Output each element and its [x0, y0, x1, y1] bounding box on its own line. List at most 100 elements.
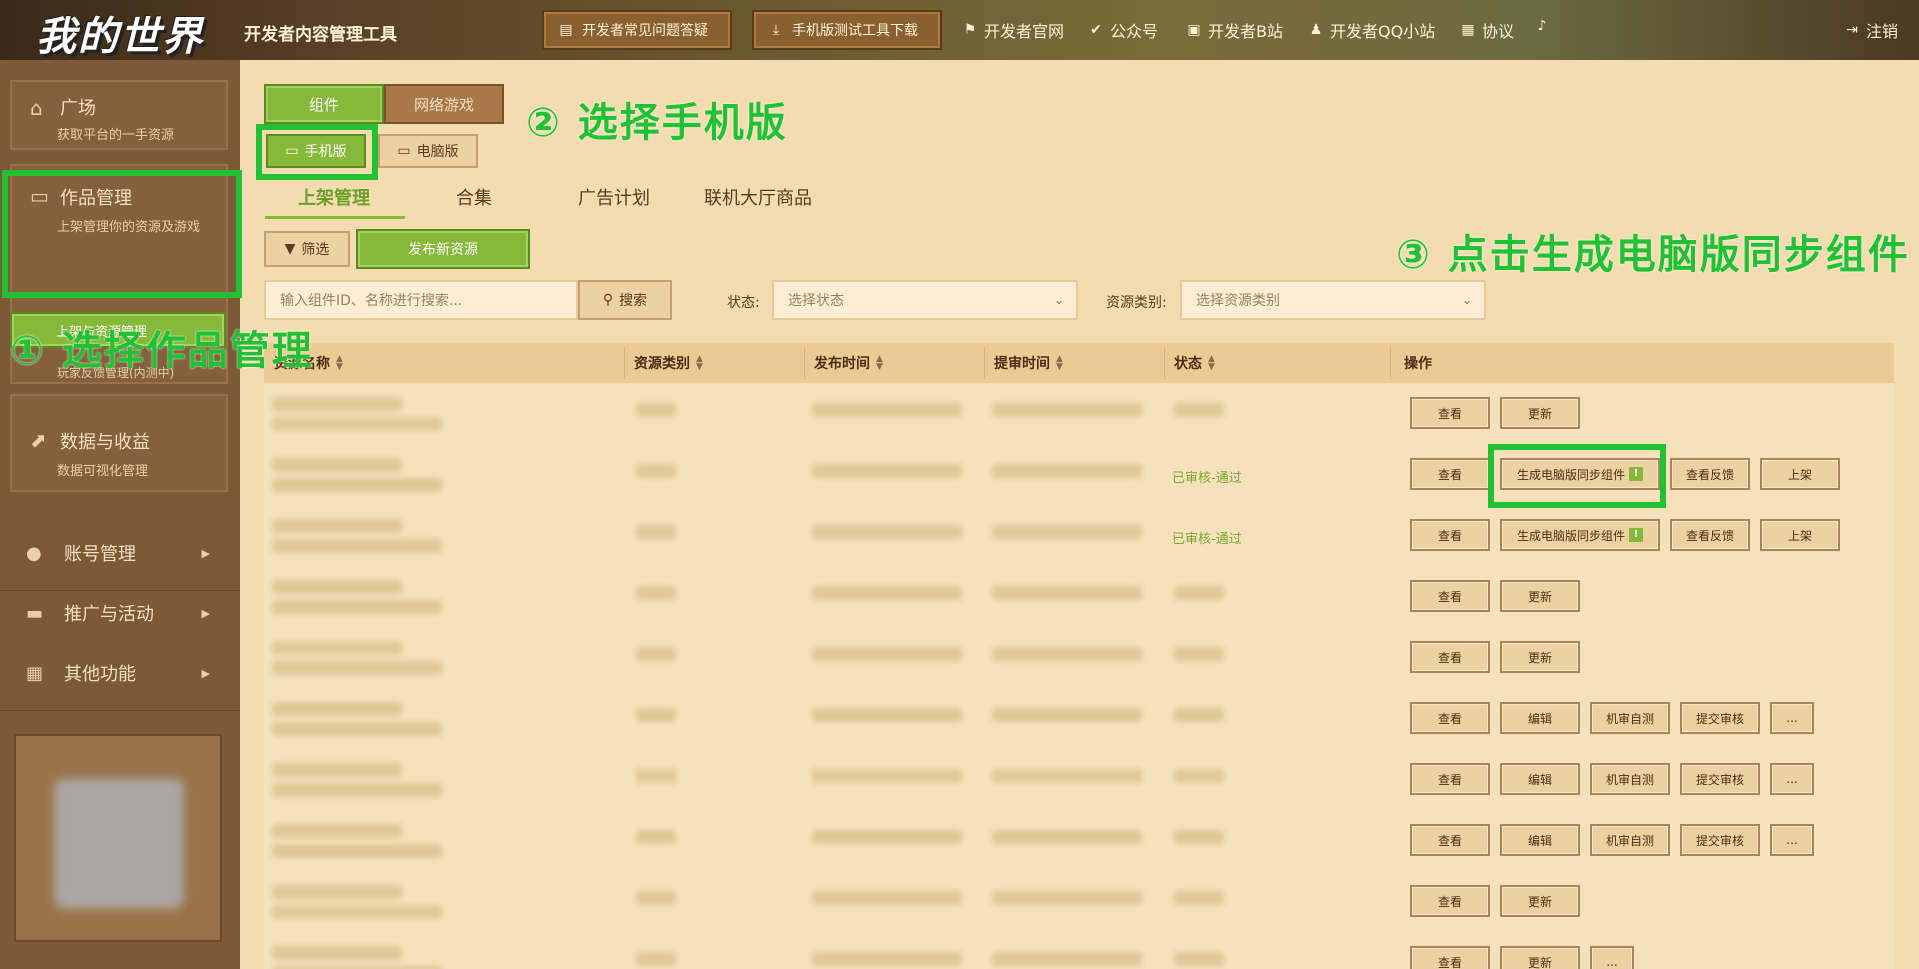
- view-button[interactable]: 查看: [1410, 946, 1490, 969]
- blurred-cell: [992, 952, 1142, 966]
- sidebar-item-promotion[interactable]: ▬ 推广与活动 ▶: [0, 584, 240, 642]
- sidebar-divider: [0, 710, 240, 711]
- link-qq[interactable]: ♟ 开发者QQ小站: [1308, 18, 1435, 42]
- blurred-cell: [636, 708, 676, 722]
- submit-review-button[interactable]: 提交审核: [1680, 763, 1760, 795]
- blurred-cell: [992, 525, 1142, 539]
- view-feedback-button[interactable]: 查看反馈: [1670, 519, 1750, 551]
- tab-collection[interactable]: 合集: [456, 184, 492, 210]
- tab-network-game[interactable]: 网络游戏: [384, 84, 504, 124]
- machine-test-button[interactable]: 机审自测: [1590, 702, 1670, 734]
- more-button[interactable]: ...: [1770, 702, 1814, 734]
- table-row: 查看 更新: [264, 383, 1894, 444]
- machine-test-button[interactable]: 机审自测: [1590, 763, 1670, 795]
- blurred-cell: [992, 586, 1142, 600]
- sidebar-divider: [0, 590, 240, 591]
- gen-pc-button[interactable]: 生成电脑版同步组件!: [1500, 519, 1660, 551]
- view-button[interactable]: 查看: [1410, 763, 1490, 795]
- logout-link[interactable]: ⇥ 注销: [1844, 18, 1898, 42]
- column-status[interactable]: 状态 ▲ ▼: [1174, 343, 1215, 383]
- sort-icon: ▲ ▼: [1208, 354, 1215, 372]
- status-label: 状态:: [727, 295, 760, 311]
- tab-pc[interactable]: ▭ 电脑版: [378, 134, 478, 168]
- link-wechat[interactable]: ✔ 公众号: [1088, 18, 1158, 42]
- column-publish-time[interactable]: 发布时间 ▲ ▼: [814, 343, 883, 383]
- column-divider: [804, 347, 805, 379]
- annotation-step1: ① 选择作品管理: [10, 328, 314, 374]
- column-review-time[interactable]: 提审时间 ▲ ▼: [994, 343, 1063, 383]
- blurred-cell: [272, 458, 402, 472]
- blurred-cell: [1174, 891, 1224, 905]
- notification-bell[interactable]: ♪: [1534, 18, 1550, 34]
- tab-ad-plan[interactable]: 广告计划: [578, 184, 650, 210]
- view-button[interactable]: 查看: [1410, 824, 1490, 856]
- link-agreement[interactable]: ▦ 协议: [1460, 18, 1514, 42]
- view-button[interactable]: 查看: [1410, 519, 1490, 551]
- edit-button[interactable]: 编辑: [1500, 763, 1580, 795]
- sort-icon: ▲ ▼: [876, 354, 883, 372]
- chat-icon: ▤: [559, 22, 573, 38]
- more-button[interactable]: ...: [1590, 946, 1634, 969]
- more-button[interactable]: ...: [1770, 763, 1814, 795]
- blurred-cell: [636, 647, 676, 661]
- sidebar-data-card[interactable]: ⬈ 数据与收益 数据可视化管理: [10, 394, 228, 492]
- update-button[interactable]: 更新: [1500, 946, 1580, 969]
- update-button[interactable]: 更新: [1500, 641, 1580, 673]
- view-button[interactable]: 查看: [1410, 580, 1490, 612]
- edit-button[interactable]: 编辑: [1500, 824, 1580, 856]
- blurred-cell: [272, 763, 402, 777]
- chart-icon: ⬈: [30, 428, 47, 452]
- sidebar-square-card[interactable]: ⌂ 广场 获取平台的一手资源: [10, 80, 228, 150]
- column-category[interactable]: 资源类别 ▲ ▼: [634, 343, 703, 383]
- blurred-cell: [636, 952, 676, 966]
- list-button[interactable]: 上架: [1760, 458, 1840, 490]
- sidebar-item-other[interactable]: ▦ 其他功能 ▶: [0, 644, 240, 702]
- sort-icon: ▲ ▼: [696, 354, 703, 372]
- tab-component[interactable]: 组件: [264, 84, 384, 124]
- status-select[interactable]: 选择状态 ⌄: [772, 280, 1078, 320]
- warning-icon: !: [1629, 528, 1643, 542]
- blurred-cell: [272, 824, 402, 838]
- more-button[interactable]: ...: [1770, 824, 1814, 856]
- faq-button[interactable]: ▤ 开发者常见问题答疑: [542, 10, 732, 50]
- submit-review-button[interactable]: 提交审核: [1680, 824, 1760, 856]
- table-row: 查看 编辑 机审自测 提交审核...: [264, 688, 1894, 749]
- machine-test-button[interactable]: 机审自测: [1590, 824, 1670, 856]
- search-input[interactable]: 输入组件ID、名称进行搜索...: [264, 280, 578, 320]
- view-button[interactable]: 查看: [1410, 397, 1490, 429]
- megaphone-icon: ▬: [26, 602, 44, 624]
- view-feedback-button[interactable]: 查看反馈: [1670, 458, 1750, 490]
- blurred-cell: [272, 600, 442, 614]
- filter-button[interactable]: ▼ 筛选: [264, 231, 350, 267]
- tab-lobby-items[interactable]: 联机大厅商品: [704, 184, 812, 210]
- update-button[interactable]: 更新: [1500, 580, 1580, 612]
- minecraft-logo[interactable]: 我的世界: [36, 4, 204, 62]
- edit-button[interactable]: 编辑: [1500, 702, 1580, 734]
- blurred-cell: [636, 403, 676, 417]
- blurred-cell: [992, 708, 1142, 722]
- blurred-cell: [272, 580, 402, 594]
- update-button[interactable]: 更新: [1500, 397, 1580, 429]
- search-button[interactable]: ⚲ 搜索: [578, 280, 672, 320]
- blurred-cell: [272, 885, 402, 899]
- submit-review-button[interactable]: 提交审核: [1680, 702, 1760, 734]
- publish-new-resource-button[interactable]: 发布新资源: [356, 229, 530, 269]
- view-button[interactable]: 查看: [1410, 641, 1490, 673]
- tv-icon: ▣: [1187, 22, 1201, 38]
- view-button[interactable]: 查看: [1410, 702, 1490, 734]
- link-bilibili[interactable]: ▣ 开发者B站: [1186, 18, 1283, 42]
- view-button[interactable]: 查看: [1410, 458, 1490, 490]
- blurred-cell: [636, 525, 676, 539]
- tab-listing[interactable]: 上架管理: [298, 184, 370, 210]
- category-select[interactable]: 选择资源类别 ⌄: [1180, 280, 1486, 320]
- update-button[interactable]: 更新: [1500, 885, 1580, 917]
- blurred-cell: [1174, 647, 1224, 661]
- blurred-cell: [272, 478, 442, 492]
- blurred-cell: [1174, 830, 1224, 844]
- sidebar-item-account[interactable]: ● 账号管理 ▶: [0, 524, 240, 582]
- view-button[interactable]: 查看: [1410, 885, 1490, 917]
- status-badge: 已审核-通过: [1172, 471, 1242, 486]
- list-button[interactable]: 上架: [1760, 519, 1840, 551]
- link-dev-website[interactable]: ⚑ 开发者官网: [962, 18, 1064, 42]
- download-tool-button[interactable]: ⤓ 手机版测试工具下载: [752, 10, 942, 50]
